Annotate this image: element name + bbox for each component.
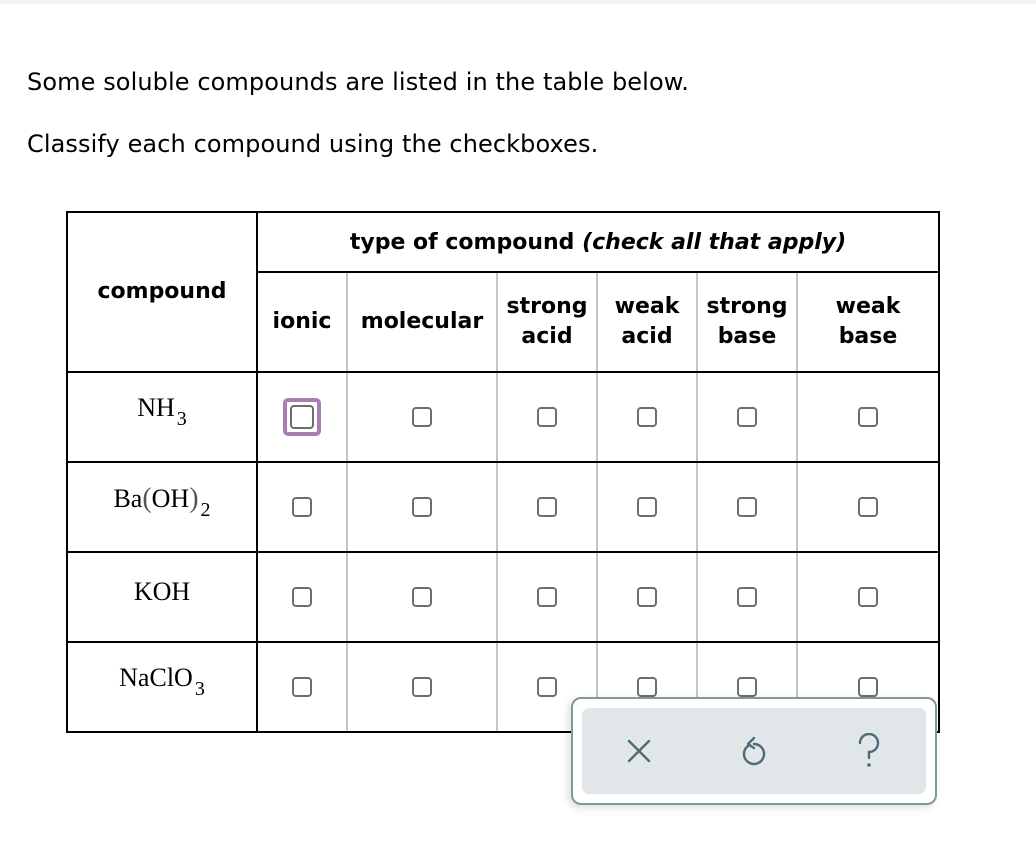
cell <box>596 461 697 553</box>
formula-text: NaClO <box>119 663 193 692</box>
checkbox-nh3-strong-base[interactable] <box>737 407 757 428</box>
column-header-weak-acid: weak acid <box>596 271 697 373</box>
formula-text: NH <box>137 393 175 422</box>
x-icon <box>628 739 651 763</box>
compound-formula-naclo3: NaClO 3 <box>66 641 258 733</box>
cell <box>346 461 497 553</box>
type-header-text: type of compound <box>349 229 583 255</box>
help-button[interactable] <box>839 721 899 781</box>
col-label: weak <box>835 294 901 319</box>
checkbox-baoh2-strong-acid[interactable] <box>537 497 557 518</box>
undo-button[interactable] <box>724 721 784 781</box>
checkbox-baoh2-weak-acid[interactable] <box>637 497 657 518</box>
checkbox-koh-weak-base[interactable] <box>858 587 878 608</box>
cell <box>796 371 940 463</box>
cell <box>346 551 497 643</box>
compound-formula-nh3: NH 3 <box>66 371 258 463</box>
column-header-ionic: ionic <box>256 271 347 373</box>
checkbox-naclo3-weak-base[interactable] <box>858 677 878 698</box>
compound-formula-koh: KOH <box>66 551 258 643</box>
checkbox-naclo3-strong-base[interactable] <box>737 677 757 698</box>
cell <box>696 371 797 463</box>
col-label: strong <box>706 294 788 319</box>
col-label: ionic <box>272 309 332 334</box>
cell <box>496 371 597 463</box>
compound-formula-baoh2: Ba(OH) 2 <box>66 461 258 553</box>
col-label: acid <box>521 324 573 349</box>
prompt-line-1: Some soluble compounds are listed in the… <box>27 68 689 96</box>
cell <box>496 461 597 553</box>
formula-text: Ba <box>113 483 143 513</box>
formula-subscript: 2 <box>200 498 211 521</box>
col-label: molecular <box>360 309 484 334</box>
checkbox-baoh2-weak-base[interactable] <box>858 497 878 518</box>
cell <box>696 461 797 553</box>
cell <box>796 551 940 643</box>
paren-open: ( <box>142 482 152 514</box>
clear-button[interactable] <box>609 721 669 781</box>
checkbox-koh-molecular[interactable] <box>412 587 432 608</box>
cell <box>796 461 940 553</box>
table-row-baoh2: Ba(OH) 2 <box>66 461 940 553</box>
column-header-strong-base: strong base <box>696 271 797 373</box>
action-bar <box>582 708 926 794</box>
cell <box>256 641 347 733</box>
checkbox-nh3-strong-acid[interactable] <box>537 407 557 428</box>
column-header-weak-base: weak base <box>796 271 940 373</box>
checkbox-baoh2-molecular[interactable] <box>412 497 432 518</box>
paren-close: ) <box>189 482 199 514</box>
cell <box>596 371 697 463</box>
checkbox-naclo3-molecular[interactable] <box>412 677 432 698</box>
cell <box>346 371 497 463</box>
checkbox-nh3-weak-base[interactable] <box>858 407 878 428</box>
checkbox-naclo3-ionic[interactable] <box>292 677 312 698</box>
formula-text: OH <box>151 483 190 513</box>
checkbox-koh-weak-acid[interactable] <box>637 587 657 608</box>
checkbox-naclo3-weak-acid[interactable] <box>637 677 657 698</box>
col-label: weak <box>614 294 680 319</box>
formula-subscript: 3 <box>194 678 205 700</box>
cell <box>256 461 347 553</box>
checkbox-koh-ionic[interactable] <box>292 587 312 608</box>
formula-text: KOH <box>133 577 191 606</box>
checkbox-baoh2-ionic[interactable] <box>292 497 312 518</box>
col-label: base <box>838 324 898 349</box>
checkbox-nh3-ionic[interactable] <box>290 405 314 429</box>
classification-table: compound type of compound (check all tha… <box>66 211 940 733</box>
cell <box>346 641 497 733</box>
cell <box>256 371 347 463</box>
type-of-compound-header: type of compound (check all that apply) <box>256 211 940 273</box>
help-icon <box>858 733 879 767</box>
table-row-nh3: NH 3 <box>66 371 940 463</box>
top-bar <box>0 0 1036 4</box>
checkbox-nh3-molecular[interactable] <box>412 407 432 428</box>
cell <box>696 551 797 643</box>
checkbox-koh-strong-base[interactable] <box>737 587 757 608</box>
checkbox-naclo3-strong-acid[interactable] <box>537 677 557 698</box>
action-panel <box>571 697 937 805</box>
checkbox-focus-ring <box>283 398 321 436</box>
col-label: acid <box>621 324 673 349</box>
type-header-note: (check all that apply) <box>582 229 847 255</box>
column-header-strong-acid: strong acid <box>496 271 597 373</box>
column-header-molecular: molecular <box>346 271 497 373</box>
cell <box>496 551 597 643</box>
cell <box>596 551 697 643</box>
col-label: base <box>717 324 777 349</box>
checkbox-baoh2-strong-base[interactable] <box>737 497 757 518</box>
checkbox-koh-strong-acid[interactable] <box>537 587 557 608</box>
undo-icon <box>742 736 766 766</box>
table-row-koh: KOH <box>66 551 940 643</box>
checkbox-nh3-weak-acid[interactable] <box>637 407 657 428</box>
compound-header: compound <box>66 211 258 373</box>
col-label: strong <box>506 294 588 319</box>
prompt-line-2: Classify each compound using the checkbo… <box>27 130 599 158</box>
cell <box>256 551 347 643</box>
formula-subscript: 3 <box>176 408 187 430</box>
